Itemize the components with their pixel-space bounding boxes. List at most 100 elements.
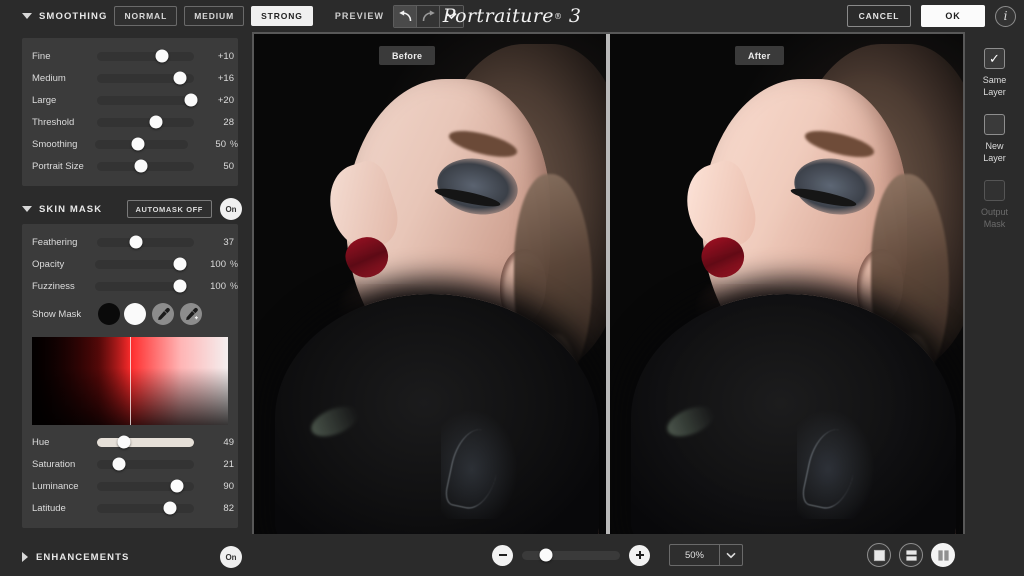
zoom-out-button[interactable]	[492, 544, 513, 566]
after-pane[interactable]	[610, 34, 963, 534]
bottom-toolbar: 50%	[252, 534, 965, 576]
slider-track[interactable]	[97, 457, 195, 471]
slider-knob[interactable]	[163, 501, 177, 515]
slider-row-medium[interactable]: Medium +16	[22, 67, 238, 89]
slider-track[interactable]	[94, 279, 188, 293]
eyedropper-add-button[interactable]	[180, 303, 202, 325]
new-layer-checkbox[interactable]	[984, 114, 1005, 135]
slider-value: +20	[217, 94, 234, 106]
portraiture-window: SMOOTHING NORMAL MEDIUM STRONG PREVIEW C…	[0, 0, 1024, 576]
info-icon[interactable]: i	[995, 5, 1016, 27]
output-mask-checkbox[interactable]	[984, 180, 1005, 201]
rail-item-output-mask[interactable]: Output Mask	[965, 180, 1024, 230]
preset-medium-button[interactable]: MEDIUM	[184, 6, 245, 26]
slider-label: Feathering	[32, 236, 78, 248]
slider-row-luminance[interactable]: Luminance 90	[22, 475, 238, 497]
slider-row-saturation[interactable]: Saturation 21	[22, 453, 238, 475]
zoom-controls: 50%	[492, 544, 743, 566]
slider-track[interactable]	[97, 479, 195, 493]
slider-row-hue[interactable]: Hue 49	[22, 431, 238, 453]
slider-row-latitude[interactable]: Latitude 82	[22, 497, 238, 519]
after-image	[610, 34, 963, 534]
slider-row-smoothing[interactable]: Smoothing 50 %	[22, 133, 238, 155]
slider-value: 50	[223, 160, 234, 172]
slider-track[interactable]	[94, 137, 188, 151]
enhancements-toggle[interactable]: On	[220, 546, 242, 568]
rail-item-new-layer[interactable]: New Layer	[965, 114, 1024, 164]
slider-track[interactable]	[97, 115, 195, 129]
history-dropdown-button[interactable]	[440, 5, 464, 27]
preset-normal-button[interactable]: NORMAL	[114, 6, 178, 26]
mask-swatch-black[interactable]	[98, 303, 120, 325]
zoom-level-select[interactable]: 50%	[669, 544, 743, 566]
slider-knob[interactable]	[131, 137, 145, 151]
slider-row-threshold[interactable]: Threshold 28	[22, 111, 238, 133]
slider-knob[interactable]	[117, 435, 131, 449]
slider-knob[interactable]	[155, 49, 169, 63]
slider-knob[interactable]	[149, 115, 163, 129]
skin-mask-header[interactable]: SKIN MASK AUTOMASK OFF On	[0, 194, 252, 224]
slider-track[interactable]	[97, 435, 195, 449]
preset-strong-button[interactable]: STRONG	[251, 6, 313, 26]
slider-knob[interactable]	[173, 71, 187, 85]
slider-value: 82	[223, 502, 234, 514]
slider-knob[interactable]	[170, 479, 184, 493]
history-controls	[393, 4, 465, 28]
slider-value: 90	[223, 480, 234, 492]
slider-value: 28	[223, 116, 234, 128]
slider-row-fine[interactable]: Fine +10	[22, 45, 238, 67]
eyedropper-add-icon	[185, 307, 198, 320]
slider-track[interactable]	[97, 159, 195, 173]
enhancements-header[interactable]: ENHANCEMENTS On	[0, 542, 252, 572]
slider-label: Medium	[32, 72, 66, 84]
view-single-button[interactable]	[867, 543, 891, 567]
slider-row-feathering[interactable]: Feathering 37	[22, 231, 238, 253]
zoom-slider-track[interactable]	[522, 548, 620, 562]
split-vertical-icon	[937, 549, 949, 561]
slider-knob[interactable]	[173, 279, 187, 293]
slider-track[interactable]	[94, 257, 188, 271]
same-layer-checkbox[interactable]: ✓	[984, 48, 1005, 69]
view-split-vertical-button[interactable]	[931, 543, 955, 567]
slider-knob[interactable]	[173, 257, 187, 271]
slider-knob[interactable]	[184, 93, 198, 107]
rail-item-same-layer[interactable]: ✓ Same Layer	[965, 48, 1024, 98]
slider-track[interactable]	[97, 501, 195, 515]
undo-button[interactable]	[394, 5, 418, 27]
slider-row-portrait-size[interactable]: Portrait Size 50	[22, 155, 238, 177]
slider-knob[interactable]	[134, 159, 148, 173]
slider-track[interactable]	[97, 235, 195, 249]
slider-track[interactable]	[97, 71, 195, 85]
rail-label-top: Output	[980, 207, 1009, 217]
ok-button[interactable]: OK	[921, 5, 985, 27]
rail-label-bottom: Layer	[983, 153, 1006, 163]
slider-track[interactable]	[97, 93, 198, 107]
canvas-area[interactable]: Before After	[254, 34, 963, 534]
automask-button[interactable]: AUTOMASK OFF	[126, 200, 212, 218]
eyedropper-button[interactable]	[152, 303, 174, 325]
chevron-right-icon	[22, 552, 28, 562]
zoom-in-button[interactable]	[629, 544, 650, 566]
split-divider-handle[interactable]	[606, 34, 610, 534]
slider-row-large[interactable]: Large +20	[22, 89, 238, 111]
zoom-slider-knob[interactable]	[539, 548, 553, 562]
slider-row-opacity[interactable]: Opacity 100 %	[22, 253, 238, 275]
zoom-dropdown-button[interactable]	[720, 552, 742, 559]
slider-knob[interactable]	[129, 235, 143, 249]
slider-label: Threshold	[32, 116, 75, 128]
before-pane[interactable]	[254, 34, 606, 534]
chevron-down-icon	[446, 12, 457, 20]
slider-track[interactable]	[97, 49, 195, 63]
cancel-button[interactable]: CANCEL	[847, 5, 911, 27]
redo-button[interactable]	[417, 5, 441, 27]
view-split-horizontal-button[interactable]	[899, 543, 923, 567]
slider-row-fuzziness[interactable]: Fuzziness 100 %	[22, 275, 238, 297]
mask-swatch-white[interactable]	[124, 303, 146, 325]
skin-mask-toggle[interactable]: On	[220, 198, 242, 220]
zoom-level-value: 50%	[684, 549, 704, 561]
view-mode-controls	[867, 543, 955, 567]
slider-knob[interactable]	[112, 457, 126, 471]
slider-value: 100	[210, 280, 226, 292]
mask-color-gradient[interactable]	[32, 337, 228, 425]
smoothing-group-header[interactable]: SMOOTHING	[22, 11, 107, 22]
